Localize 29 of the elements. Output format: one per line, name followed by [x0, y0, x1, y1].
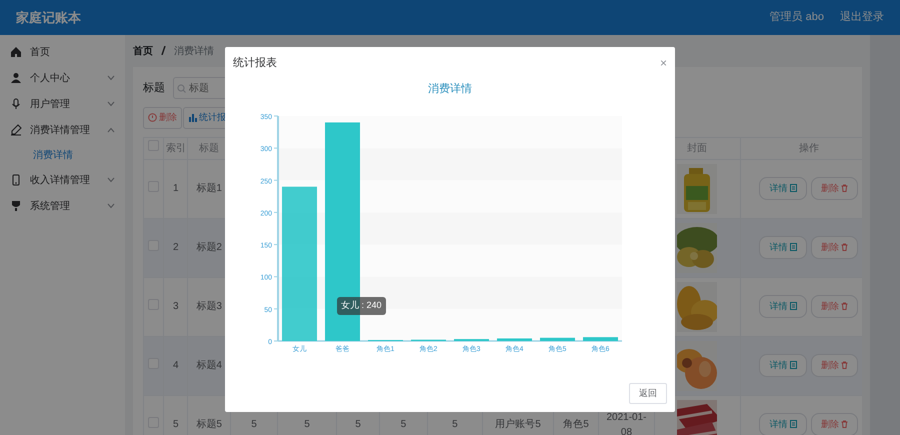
- table-cell: 标题3: [196, 301, 222, 312]
- breadcrumb-item: 消费详情: [174, 44, 214, 58]
- user-name: 管理员 abo: [770, 10, 824, 26]
- table-cell: 5: [304, 419, 310, 430]
- table-cell: 5: [355, 419, 361, 430]
- table-cell: 5: [173, 419, 179, 430]
- column-header: 索引: [166, 142, 186, 154]
- table-cell: 5: [251, 419, 257, 430]
- table-cell: 5: [452, 419, 458, 430]
- table-cell: 标题5: [196, 419, 222, 430]
- column-header: 标题: [199, 142, 220, 154]
- table-cell: 标题1: [196, 183, 222, 194]
- table-cell: 2021-01-08: [606, 412, 646, 435]
- modal-title: 统计报表: [233, 56, 277, 71]
- column-header: 封面: [687, 142, 708, 154]
- tooltip: 女儿 : 240: [337, 297, 386, 314]
- app-title: 家庭记账本: [16, 8, 81, 27]
- table-cell: 角色5: [563, 419, 589, 430]
- table-cell: 标题4: [196, 360, 222, 371]
- table-cell: 1: [173, 183, 179, 194]
- table-cell: 5: [400, 419, 406, 430]
- chart-title: 消费详情: [427, 82, 473, 97]
- column-header: 操作: [798, 142, 819, 154]
- table-cell: 2: [173, 242, 179, 253]
- filter-label: 标题: [143, 80, 165, 96]
- table-cell: 用户账号5: [495, 419, 541, 430]
- table-cell: 标题2: [196, 242, 222, 253]
- table-cell: 4: [173, 360, 179, 371]
- table-cell: 3: [173, 301, 179, 312]
